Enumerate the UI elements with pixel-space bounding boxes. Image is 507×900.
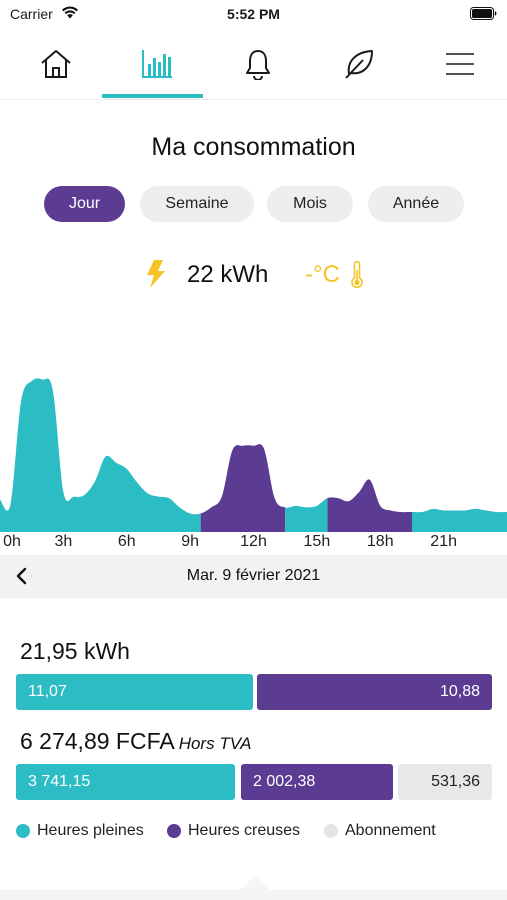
status-bar: Carrier 5:52 PM xyxy=(0,0,507,28)
period-chip-month[interactable]: Mois xyxy=(267,186,353,222)
top-nav xyxy=(0,30,507,100)
nav-home[interactable] xyxy=(5,30,106,98)
total-cost-row: 6 274,89 FCFA Hors TVA xyxy=(20,728,251,755)
legend-label-subscription: Abonnement xyxy=(345,822,436,839)
period-chip-year[interactable]: Année xyxy=(368,186,464,222)
energy-offpeak-bar: 10,88 xyxy=(257,674,492,710)
total-energy: 21,95 kWh xyxy=(20,638,130,664)
nav-active-indicator xyxy=(102,94,203,98)
period-chip-day[interactable]: Jour xyxy=(44,186,125,222)
lightning-icon xyxy=(147,260,165,288)
leaf-icon xyxy=(344,50,373,79)
thermometer-icon xyxy=(351,261,363,289)
legend-item-peak: Heures pleines xyxy=(16,822,144,840)
legend-label-peak: Heures pleines xyxy=(37,822,144,839)
x-tick-label: 18h xyxy=(366,533,394,550)
current-date: Mar. 9 février 2021 xyxy=(186,567,321,584)
chart-bars-icon xyxy=(141,50,172,78)
legend-dot-offpeak xyxy=(167,824,181,838)
cost-offpeak-value: 2 002,38 xyxy=(253,773,316,790)
nav-notifications[interactable] xyxy=(207,30,308,98)
bell-icon xyxy=(245,50,270,80)
cost-subscription-value: 531,36 xyxy=(431,773,480,790)
legend-item-subscription: Abonnement xyxy=(324,822,436,840)
date-navigator: Mar. 9 février 2021 xyxy=(0,555,507,598)
home-icon xyxy=(40,50,71,78)
legend-label-offpeak: Heures creuses xyxy=(188,822,301,839)
nav-menu[interactable] xyxy=(409,30,507,98)
x-tick-label: 15h xyxy=(303,533,331,550)
summary-energy: 22 kWh xyxy=(187,261,269,288)
bottom-sheet-handle[interactable] xyxy=(240,876,270,890)
cost-peak-value: 3 741,15 xyxy=(28,773,91,790)
legend-dot-peak xyxy=(16,824,30,838)
period-selector: Jour Semaine Mois Année xyxy=(0,186,507,222)
x-tick-label: 6h xyxy=(117,533,136,550)
x-tick-label: 9h xyxy=(181,533,200,550)
page-title: Ma consommation xyxy=(151,133,356,161)
summary-temperature: -°C xyxy=(305,261,340,288)
cost-note: Hors TVA xyxy=(178,734,252,753)
chart-x-axis: 0h 3h 6h 9h 12h 15h 18h 21h xyxy=(0,533,507,553)
battery-icon xyxy=(470,7,497,20)
x-tick-label: 12h xyxy=(240,533,267,550)
menu-icon xyxy=(445,53,474,75)
consumption-chart[interactable] xyxy=(0,300,507,532)
nav-eco[interactable] xyxy=(308,30,409,98)
bottom-sheet-edge xyxy=(0,890,507,900)
energy-offpeak-value: 10,88 xyxy=(439,683,480,700)
cost-peak-bar: 3 741,15 xyxy=(16,764,235,800)
legend-dot-subscription xyxy=(324,824,338,838)
energy-peak-value: 11,07 xyxy=(28,683,67,700)
legend-item-offpeak: Heures creuses xyxy=(167,822,300,840)
x-tick-label: 21h xyxy=(430,533,457,550)
x-tick-label: 0h xyxy=(3,533,21,550)
chart-legend: Heures pleines Heures creuses Abonnement xyxy=(0,822,507,844)
cost-subscription-bar: 531,36 xyxy=(398,764,492,800)
status-time: 5:52 PM xyxy=(227,6,280,22)
nav-consumption[interactable] xyxy=(106,30,207,98)
energy-peak-bar: 11,07 xyxy=(16,674,253,710)
consumption-summary: 22 kWh -°C xyxy=(0,255,507,295)
period-chip-week[interactable]: Semaine xyxy=(140,186,254,222)
cost-offpeak-bar: 2 002,38 xyxy=(241,764,393,800)
x-tick-label: 3h xyxy=(54,533,73,550)
total-cost: 6 274,89 FCFA xyxy=(20,728,175,754)
